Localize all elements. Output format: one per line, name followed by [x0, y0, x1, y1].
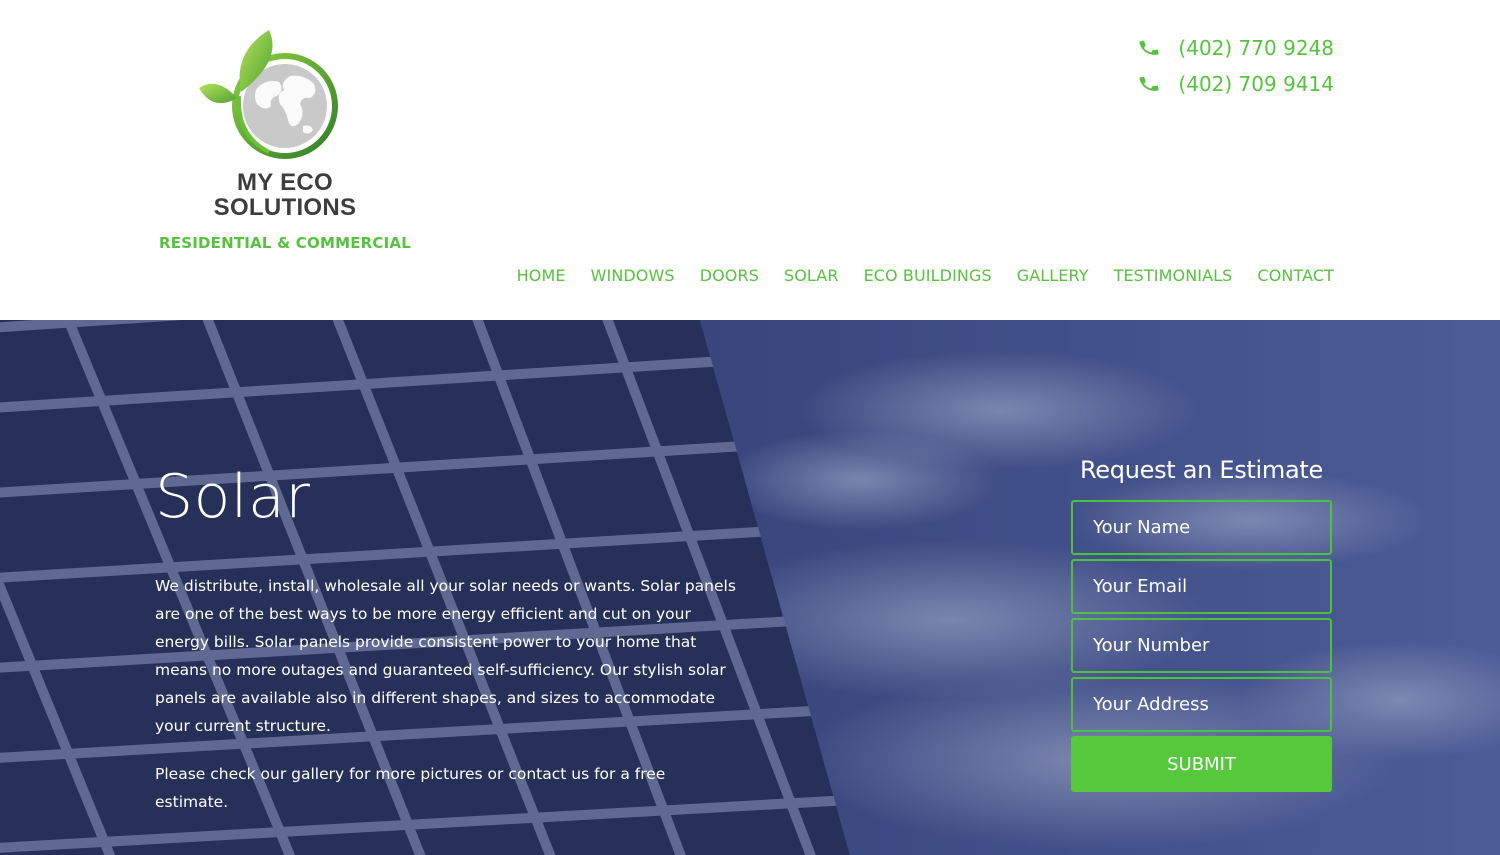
hero-section: Solar We distribute, install, wholesale …	[0, 320, 1500, 855]
phone-number[interactable]: (402) 709 9414	[1178, 72, 1334, 96]
nav-windows[interactable]: WINDOWS	[591, 266, 675, 285]
nav-testimonials[interactable]: TESTIMONIALS	[1114, 266, 1233, 285]
brand-name-line2: SOLUTIONS	[213, 194, 357, 221]
brand-tagline: RESIDENTIAL & COMMERCIAL	[159, 234, 411, 252]
nav-gallery[interactable]: GALLERY	[1017, 266, 1089, 285]
main-nav: HOME WINDOWS DOORS SOLAR ECO BUILDINGS G…	[492, 266, 1334, 285]
submit-button[interactable]: SUBMIT	[1071, 736, 1332, 792]
nav-home[interactable]: HOME	[517, 266, 566, 285]
phone-number[interactable]: (402) 770 9248	[1178, 36, 1334, 60]
page-title: Solar	[155, 462, 311, 532]
logo[interactable]: MY ECO SOLUTIONS RESIDENTIAL & COMMERCIA…	[155, 26, 415, 266]
nav-solar[interactable]: SOLAR	[784, 266, 839, 285]
address-field[interactable]	[1071, 677, 1332, 732]
hero-paragraph: Please check our gallery for more pictur…	[155, 765, 666, 811]
number-field[interactable]	[1071, 618, 1332, 673]
brand-name: MY ECO SOLUTIONS	[155, 170, 415, 220]
nav-contact[interactable]: CONTACT	[1257, 266, 1334, 285]
hero-paragraph: We distribute, install, wholesale all yo…	[155, 577, 736, 735]
phone-row[interactable]: (402) 709 9414	[1138, 66, 1334, 102]
globe-leaf-logo-icon	[199, 30, 338, 159]
email-field[interactable]	[1071, 559, 1332, 614]
phone-icon	[1139, 40, 1160, 55]
phone-list: (402) 770 9248 (402) 709 9414	[1138, 30, 1334, 102]
name-field[interactable]	[1071, 500, 1332, 555]
phone-icon	[1139, 76, 1160, 91]
phone-row[interactable]: (402) 770 9248	[1138, 30, 1334, 66]
estimate-form: Request an Estimate SUBMIT	[1071, 456, 1332, 792]
nav-doors[interactable]: DOORS	[700, 266, 759, 285]
brand-name-line1: MY ECO	[236, 169, 334, 196]
hero-description: We distribute, install, wholesale all yo…	[155, 572, 740, 836]
estimate-form-title: Request an Estimate	[1080, 456, 1323, 484]
nav-eco-buildings[interactable]: ECO BUILDINGS	[864, 266, 992, 285]
site-header: MY ECO SOLUTIONS RESIDENTIAL & COMMERCIA…	[0, 0, 1500, 320]
